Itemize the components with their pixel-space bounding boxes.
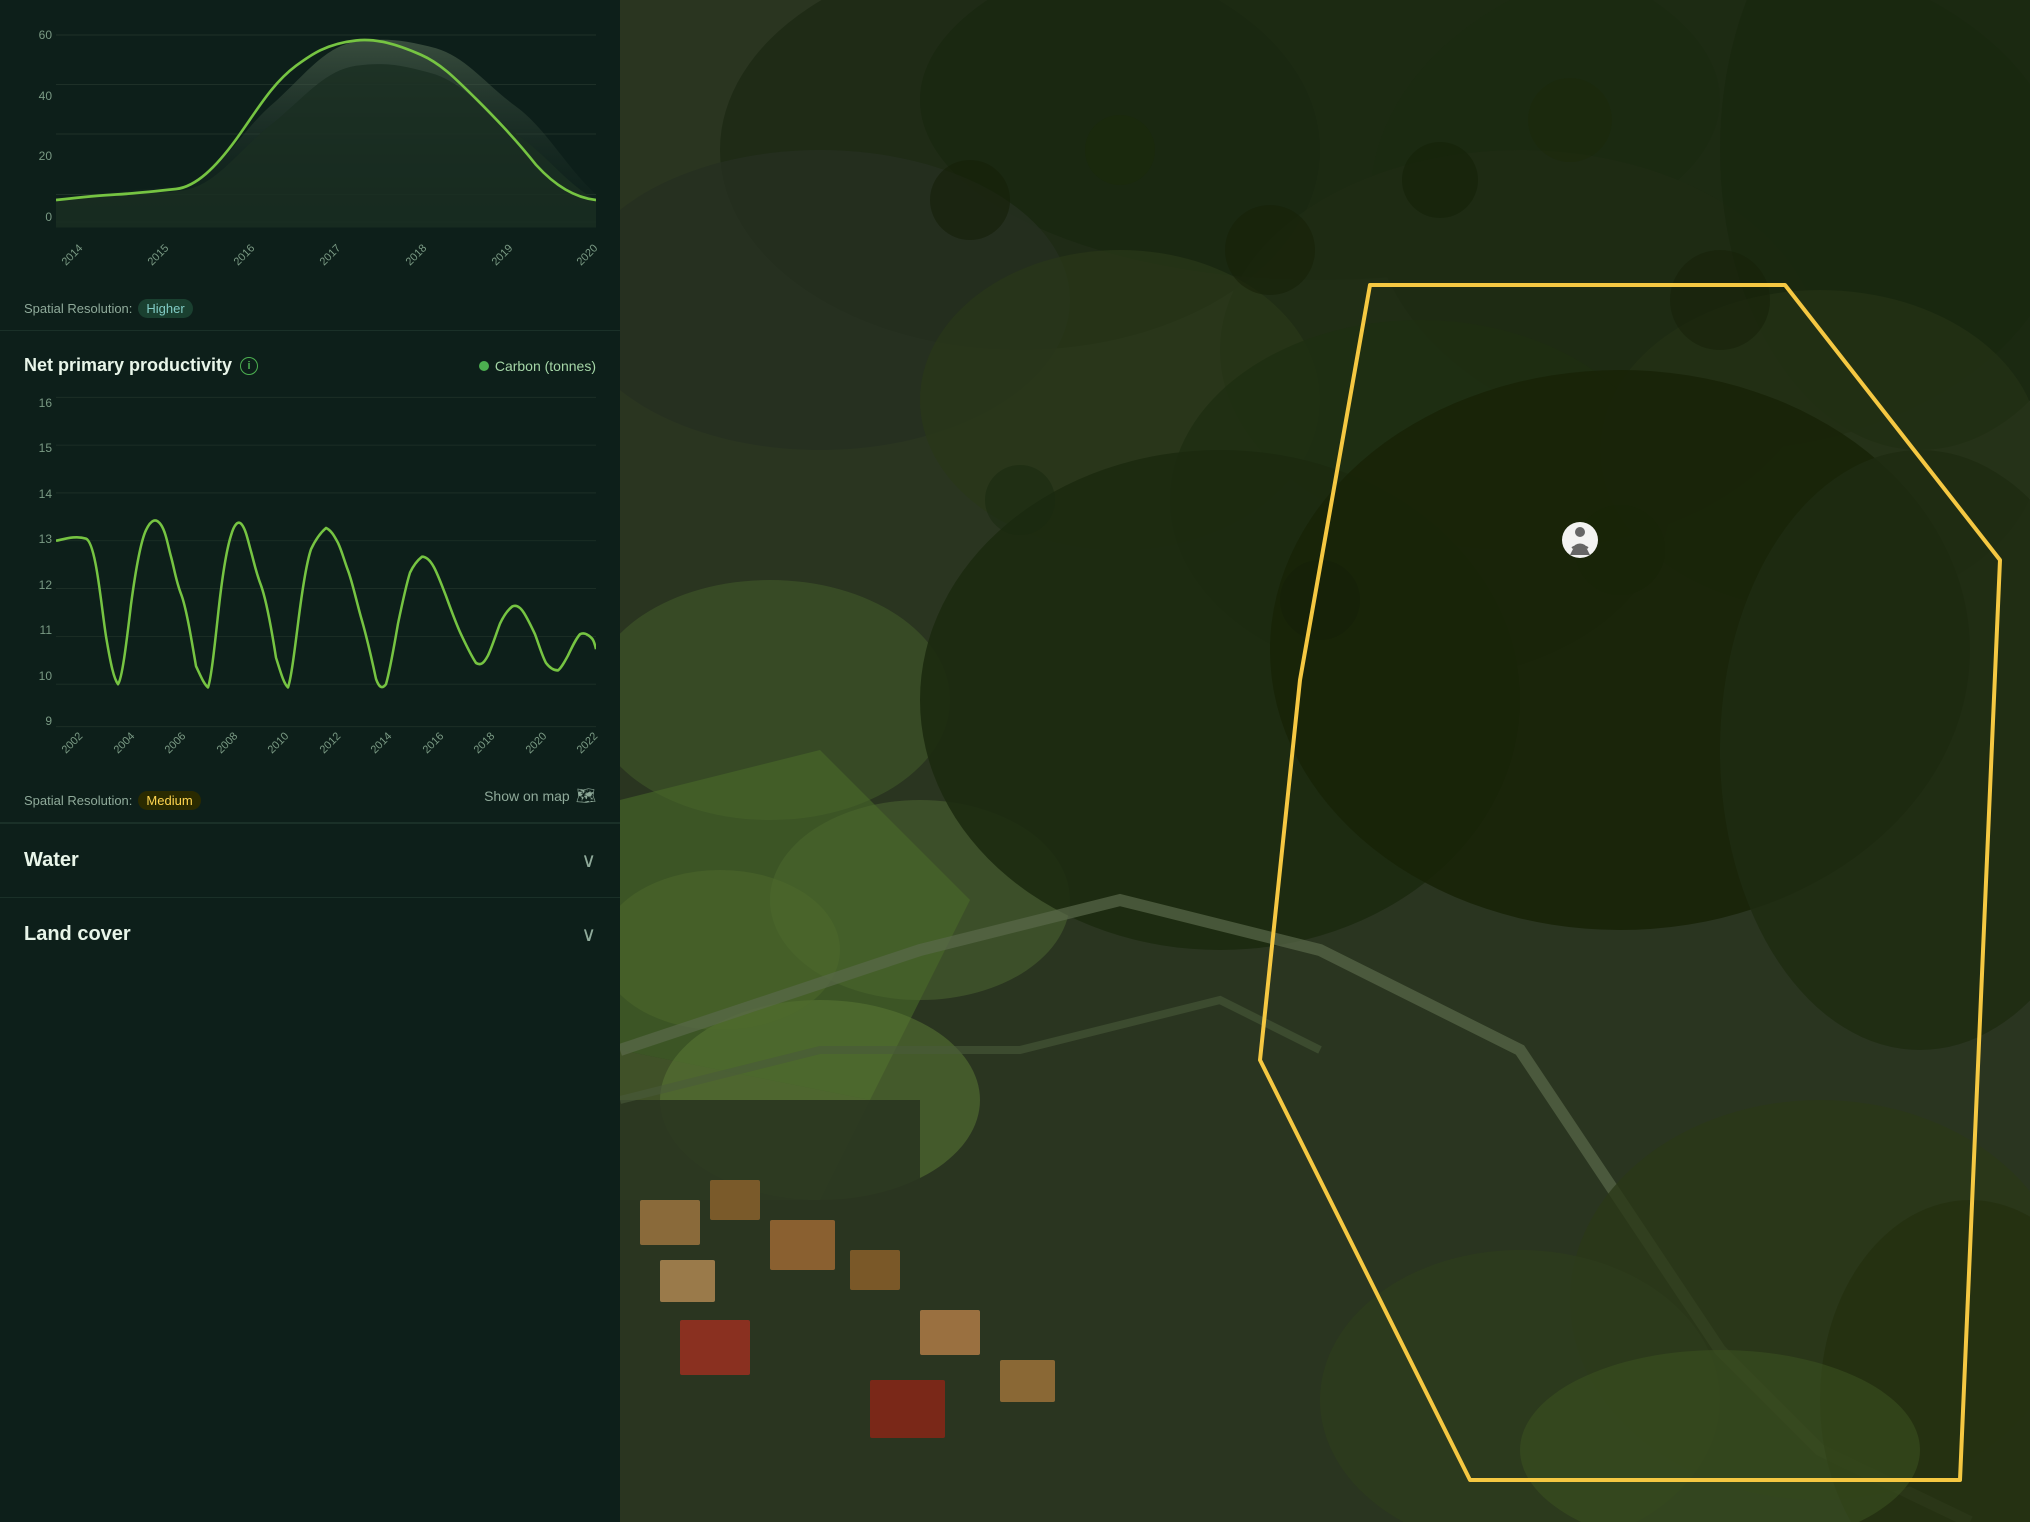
y-label-60: 60	[24, 28, 56, 42]
legend-label: Carbon (tonnes)	[495, 358, 596, 374]
show-on-map-label: Show on map	[484, 788, 570, 804]
x-label-2017: 2017	[317, 242, 354, 279]
map-panel[interactable]	[620, 0, 2030, 1522]
npp-x-2010: 2010	[266, 730, 303, 767]
npp-y-13: 13	[24, 532, 56, 546]
npp-x-2004: 2004	[111, 730, 148, 767]
npp-spatial-label: Spatial Resolution:	[24, 793, 132, 808]
water-chevron-icon: ∨	[581, 848, 596, 873]
water-title: Water	[24, 849, 79, 872]
y-label-40: 40	[24, 89, 56, 103]
npp-y-16: 16	[24, 396, 56, 410]
npp-chart-title: Net primary productivity i	[24, 355, 258, 376]
left-panel: 60 40 20 0	[0, 0, 620, 1522]
npp-x-2016: 2016	[420, 730, 457, 767]
x-label-2015: 2015	[145, 242, 182, 279]
map-icon: 🗺	[576, 786, 596, 806]
y-label-20: 20	[24, 149, 56, 163]
npp-x-2008: 2008	[214, 730, 251, 767]
npp-spatial-row: Spatial Resolution: Medium Show on map 🗺	[24, 781, 596, 810]
x-label-2016: 2016	[231, 242, 268, 279]
npp-y-15: 15	[24, 441, 56, 455]
land-cover-section[interactable]: Land cover ∨	[0, 897, 620, 971]
npp-x-2018: 2018	[472, 730, 509, 767]
npp-resolution-badge[interactable]: Medium	[138, 791, 200, 810]
x-label-2014: 2014	[60, 242, 97, 279]
x-label-2020: 2020	[575, 242, 612, 279]
npp-y-9: 9	[24, 714, 56, 728]
land-cover-chevron-icon: ∨	[581, 922, 596, 947]
npp-y-10: 10	[24, 669, 56, 683]
top-chart-section: 60 40 20 0	[0, 0, 620, 331]
npp-y-12: 12	[24, 578, 56, 592]
show-on-map-button[interactable]: Show on map 🗺	[484, 786, 596, 806]
npp-info-icon[interactable]: i	[240, 357, 258, 375]
npp-x-2014: 2014	[369, 730, 406, 767]
top-chart-container: 60 40 20 0	[24, 24, 596, 318]
npp-y-11: 11	[24, 623, 56, 637]
top-resolution-badge[interactable]: Higher	[138, 299, 192, 318]
npp-chart-header: Net primary productivity i Carbon (tonne…	[24, 355, 596, 376]
top-spatial-label: Spatial Resolution:	[24, 301, 132, 316]
water-section[interactable]: Water ∨	[0, 823, 620, 897]
land-cover-title: Land cover	[24, 923, 131, 946]
satellite-map-svg	[620, 0, 2030, 1522]
y-label-0: 0	[24, 210, 56, 224]
npp-x-2022: 2022	[575, 730, 612, 767]
npp-x-2006: 2006	[163, 730, 200, 767]
npp-chart-section: Net primary productivity i Carbon (tonne…	[0, 331, 620, 823]
npp-spatial-resolution: Spatial Resolution: Medium	[24, 791, 201, 810]
x-label-2018: 2018	[403, 242, 440, 279]
legend-dot	[479, 361, 489, 371]
npp-chart-svg	[56, 392, 596, 732]
npp-y-14: 14	[24, 487, 56, 501]
x-label-2019: 2019	[489, 242, 526, 279]
npp-x-2012: 2012	[317, 730, 354, 767]
npp-x-2020: 2020	[524, 730, 561, 767]
npp-x-2002: 2002	[60, 730, 97, 767]
top-chart-svg	[56, 24, 596, 244]
npp-legend: Carbon (tonnes)	[479, 358, 596, 374]
